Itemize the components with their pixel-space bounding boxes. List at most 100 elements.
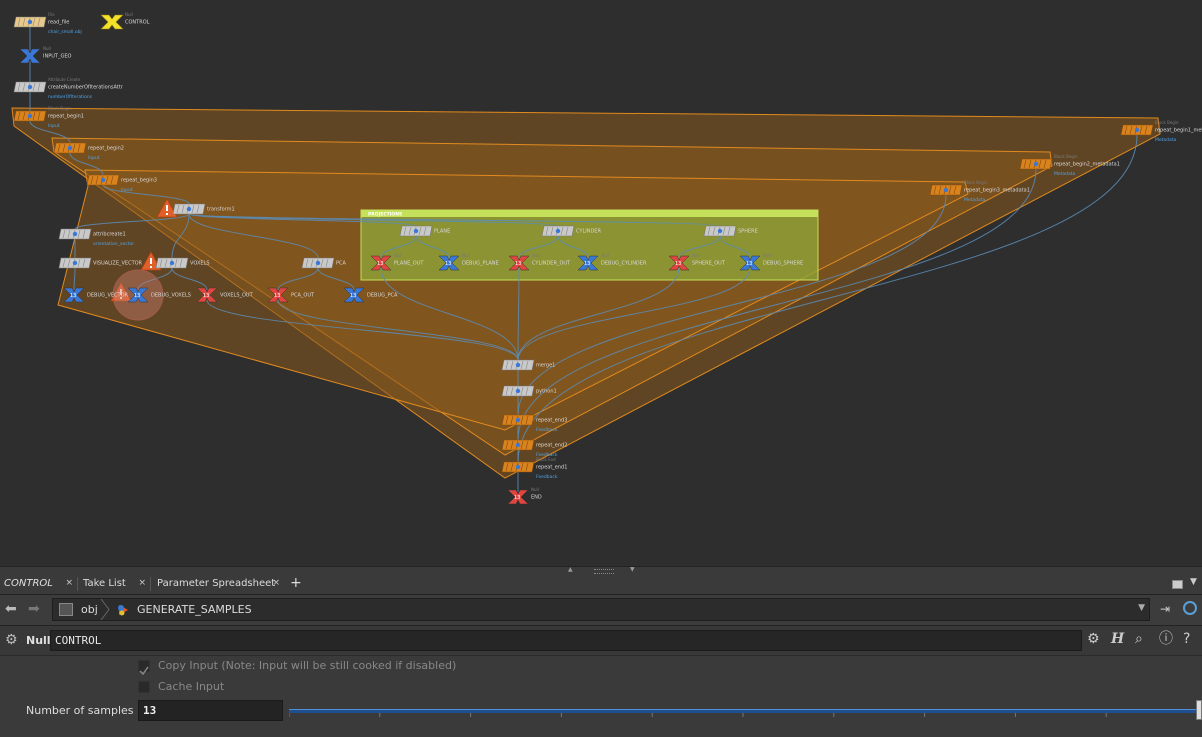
node-type-text: Null	[532, 253, 540, 258]
splitter-up-arrow[interactable]: ▲	[568, 566, 573, 573]
node-name-text: repeat_begin1_metadata1	[1155, 128, 1202, 134]
tab-label: Parameter Spreadsheet	[157, 578, 276, 589]
tab-control[interactable]: CONTROL ×	[0, 574, 76, 594]
help-icon[interactable]: ?	[1183, 632, 1190, 646]
node-type-text: Null	[462, 253, 470, 258]
null-badge: 13	[134, 293, 140, 299]
node-name-text: DEBUG_CYLINDER	[601, 261, 647, 267]
node-read-file[interactable]: File read_file chair_small.obj	[13, 12, 82, 35]
slider-handle[interactable]	[1196, 700, 1202, 720]
tab-parameter-spreadsheet[interactable]: Parameter Spreadsheet ×	[153, 574, 283, 594]
node-sub-text: Metadata	[1054, 171, 1076, 177]
search-icon[interactable]: ⌕	[1135, 632, 1143, 646]
settings-gear-icon[interactable]: ⚙	[1087, 632, 1100, 646]
node-name-field[interactable]: CONTROL	[50, 630, 1082, 651]
help-h-icon[interactable]: H	[1111, 632, 1124, 646]
node-header-bar: ⚙ Null CONTROL ⚙ H ⌕ ⓘ ?	[0, 626, 1202, 656]
node-type-text: Block Begin	[964, 180, 988, 185]
tab-close-icon[interactable]: ×	[272, 574, 280, 593]
node-control[interactable]: Null CONTROL	[100, 12, 150, 30]
null-badge: 13	[584, 261, 590, 267]
node-name-text: repeat_begin3	[121, 178, 157, 184]
info-icon[interactable]: ⓘ	[1159, 632, 1173, 646]
node-name-text: PCA_OUT	[291, 293, 315, 299]
node-sub-text: Metadata	[964, 197, 986, 203]
null-badge: 13	[515, 261, 521, 267]
node-input-geo[interactable]: Null INPUT_GEO	[19, 46, 71, 64]
node-type-text: Null	[43, 46, 51, 51]
node-type-text: Null	[601, 253, 609, 258]
node-type-text: Null	[531, 487, 539, 492]
null-badge: 13	[274, 293, 280, 299]
null-badge: 13	[445, 261, 451, 267]
node-type-text: Attribute Create	[48, 77, 81, 82]
node-name-text: repeat_end2	[536, 443, 567, 449]
node-name-text: attribcreate1	[93, 232, 126, 238]
pane-menu-icon[interactable]	[1172, 580, 1183, 589]
node-name-text: VOXELS	[190, 261, 210, 267]
copy-input-checkbox[interactable]	[138, 660, 150, 676]
tab-close-icon[interactable]: ×	[138, 574, 146, 593]
node-name-text: CONTROL	[125, 20, 150, 26]
path-segment-obj[interactable]: obj	[81, 603, 98, 616]
cache-input-label: Cache Input	[158, 680, 225, 693]
add-tab-icon[interactable]: +	[290, 574, 302, 592]
node-name-text: repeat_begin3_metadata1	[964, 188, 1030, 194]
node-name-text: PLANE	[434, 229, 450, 235]
null-badge: 13	[514, 495, 520, 501]
tab-take-list[interactable]: Take List ×	[79, 574, 149, 594]
slider-ticks	[289, 713, 1197, 717]
node-name-text: VISUALIZE_VECTOR	[93, 261, 143, 267]
node-sub-text: Metadata	[1155, 137, 1177, 143]
number-of-samples-field[interactable]: 13	[138, 700, 283, 721]
node-name-text: python1	[536, 389, 557, 395]
network-graph[interactable]: PROJECTIONS File read_file chair_small.obj N…	[0, 0, 1202, 566]
node-gear-icon[interactable]: ⚙	[5, 633, 18, 647]
null-badge: 13	[350, 293, 356, 299]
node-sub-text: Input	[88, 155, 100, 161]
node-type-text: File	[48, 12, 55, 17]
geometry-context-icon	[118, 605, 128, 616]
node-type-text: Null	[125, 12, 133, 17]
number-of-samples-label: Number of samples	[26, 704, 134, 717]
tab-close-icon[interactable]: ×	[65, 574, 73, 593]
node-name-text: END	[531, 495, 542, 501]
copy-input-label: Copy Input (Note: Input will be still co…	[158, 659, 457, 672]
node-type-text: Null	[763, 253, 771, 258]
node-name-text: repeat_begin2_metadata1	[1054, 162, 1120, 168]
null-badge: 13	[203, 293, 209, 299]
node-name-text: DEBUG_SPHERE	[763, 261, 803, 267]
node-name-text: repeat_end1	[536, 465, 567, 471]
pin-icon[interactable]: ⇥	[1160, 602, 1170, 616]
node-end[interactable]: 13 Null END	[507, 487, 542, 505]
cache-input-checkbox[interactable]	[138, 681, 150, 693]
path-field[interactable]: obj GENERATE_SAMPLES ▼	[52, 598, 1150, 621]
path-segment-current[interactable]: GENERATE_SAMPLES	[137, 603, 252, 616]
node-name-text: SPHERE	[738, 229, 758, 235]
pane-menu-arrow-icon[interactable]: ▼	[1190, 577, 1197, 587]
splitter-down-arrow[interactable]: ▼	[630, 566, 635, 573]
node-sub-text: chair_small.obj	[48, 29, 82, 35]
node-sub-text: Input	[121, 187, 133, 193]
null-badge: 13	[377, 261, 383, 267]
node-name-text: merge1	[536, 363, 555, 369]
network-editor[interactable]: PROJECTIONS File read_file chair_small.obj N…	[0, 0, 1202, 566]
node-type-text: Block Begin	[1155, 120, 1179, 125]
node-type-text: Null	[394, 253, 402, 258]
tab-divider	[150, 577, 151, 591]
checkmark-icon	[139, 666, 149, 676]
null-badge: 13	[675, 261, 681, 267]
path-separator-icon	[100, 599, 110, 620]
tab-divider	[77, 577, 78, 591]
node-name-text: read_file	[48, 20, 69, 26]
projections-title: PROJECTIONS	[368, 212, 402, 218]
node-name-text: DEBUG_VOXELS	[151, 293, 191, 299]
back-arrow-icon[interactable]: ⬅	[5, 602, 17, 616]
forward-arrow-icon[interactable]: ➡	[28, 602, 40, 616]
path-dropdown-icon[interactable]: ▼	[1138, 603, 1145, 613]
node-type-text: Block Begin	[1054, 154, 1078, 159]
node-name-text: transform1	[207, 207, 235, 213]
link-icon[interactable]	[1183, 601, 1197, 615]
parameter-pane: Copy Input (Note: Input will be still co…	[0, 656, 1202, 737]
node-name-text: PLANE_OUT	[394, 261, 424, 267]
